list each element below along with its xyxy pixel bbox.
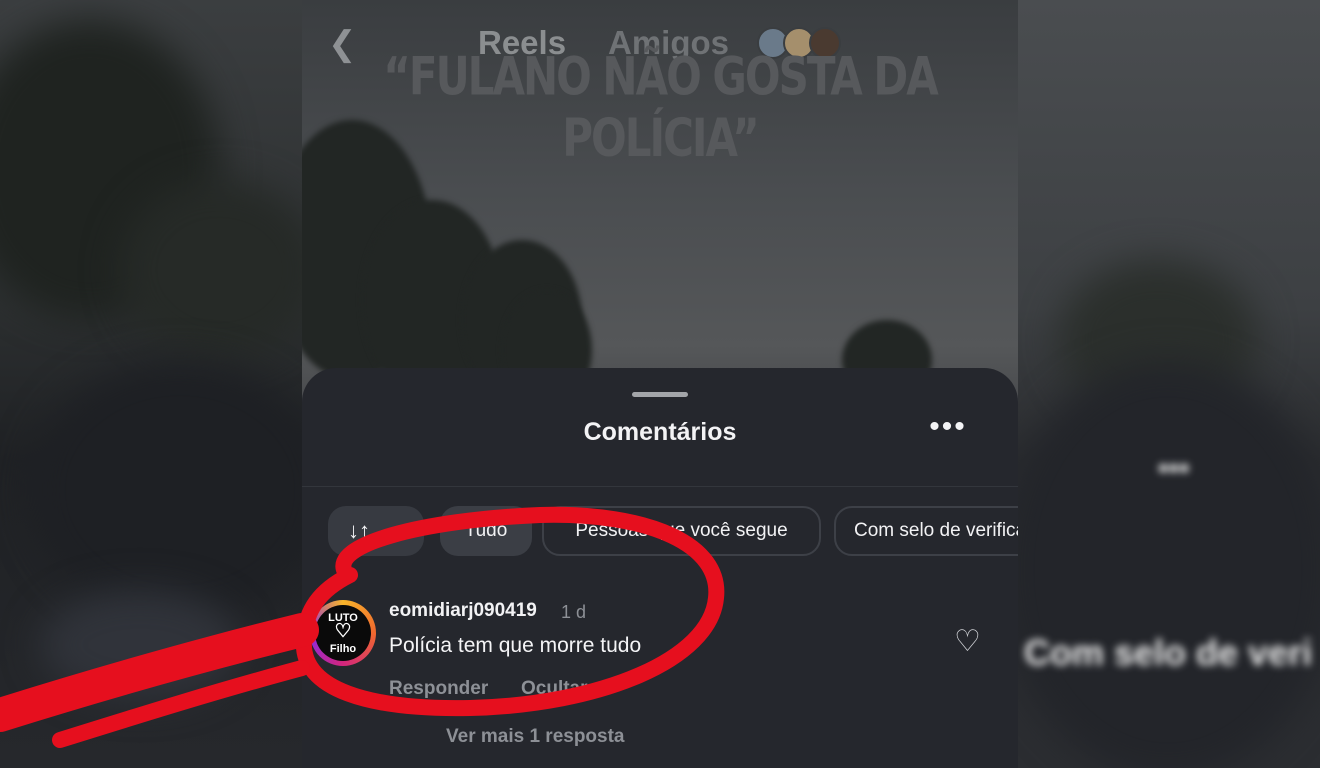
filter-chip-all[interactable]: Tudo — [440, 506, 532, 556]
sheet-grabber[interactable] — [632, 392, 688, 397]
hide-button[interactable]: Ocultar — [521, 678, 588, 700]
blurred-chip-text: Com selo de veri — [1024, 632, 1313, 673]
heart-icon: ♡ — [334, 621, 352, 642]
background-blur-left — [0, 0, 302, 768]
view-replies-button[interactable]: Ver mais 1 resposta — [446, 726, 625, 748]
comment-item: LUTO ♡ Filho eomidiarj090419 1 d Polícia… — [302, 596, 1018, 747]
comments-sheet: Comentários ••• ↓↑ Tudo Pessoas que você… — [302, 368, 1018, 768]
sort-icon: ↓↑ — [348, 518, 370, 543]
filter-chip-verified[interactable]: Com selo de verificação — [834, 506, 1018, 556]
comment-text: Polícia tem que morre tudo — [389, 634, 642, 657]
comment-time: 1 d — [561, 602, 587, 622]
avatar[interactable]: LUTO ♡ Filho — [310, 600, 376, 666]
divider — [302, 486, 1018, 487]
filter-chips: ↓↑ Tudo Pessoas que você segue Com selo … — [328, 506, 1018, 558]
avatar-image: LUTO ♡ Filho — [315, 605, 371, 661]
comment-username[interactable]: eomidiarj090419 — [389, 600, 537, 622]
phone-screen: ❮ Reels Amigos “FULANO NÃO GOSTA DA POLÍ… — [302, 0, 1018, 768]
blurred-more-icon: ••• — [1158, 452, 1190, 485]
like-icon[interactable]: ♡ — [954, 624, 981, 659]
background-blur-right: ••• Com selo de veri — [1018, 0, 1320, 768]
more-options-icon[interactable]: ••• — [922, 412, 974, 452]
sort-chip[interactable]: ↓↑ — [328, 506, 424, 556]
filter-chip-following[interactable]: Pessoas que você segue — [542, 506, 821, 556]
video-headline: “FULANO NÃO GOSTA DA POLÍCIA” — [383, 45, 938, 169]
sheet-title: Comentários — [583, 418, 737, 446]
reply-button[interactable]: Responder — [389, 678, 488, 700]
avatar-text-bottom: Filho — [329, 643, 357, 655]
